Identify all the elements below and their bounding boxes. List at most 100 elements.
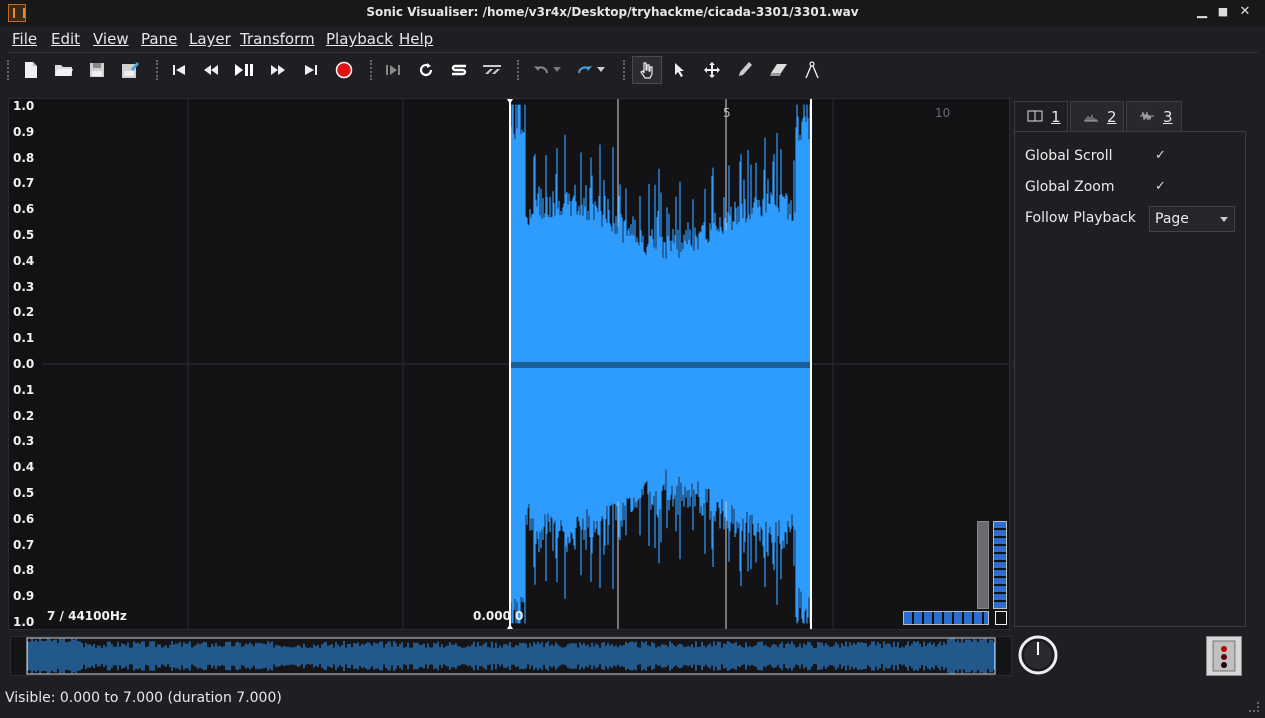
menu-playback[interactable]: Playback: [326, 30, 393, 48]
measure-icon[interactable]: [799, 56, 825, 84]
open-file-icon[interactable]: [51, 56, 77, 84]
menu-help[interactable]: Help: [399, 30, 433, 48]
save-session-icon[interactable]: [117, 56, 143, 84]
navigate-icon[interactable]: [632, 56, 662, 84]
waveform-icon: [1139, 108, 1155, 126]
menu-help-label: Help: [399, 30, 434, 48]
playback-speed-dial[interactable]: [1016, 634, 1060, 676]
global-scroll-checkbox[interactable]: ✓: [1155, 148, 1166, 163]
minimize-button[interactable]: ▁: [1194, 4, 1210, 20]
loop-icon[interactable]: [413, 56, 439, 84]
fast-forward-icon[interactable]: [265, 56, 291, 84]
spectrum-icon: [1083, 108, 1099, 126]
waveform-pane[interactable]: 1.0 0.9 0.8 0.7 0.6 0.5 0.4 0.3 0.2 0.1 0.0 0.1 0.2 0…: [8, 98, 1010, 630]
pane-properties: Global Scroll ✓ Global Zoom ✓ Follow Pla…: [1014, 131, 1246, 627]
menu-transform-label: Transform: [240, 30, 315, 48]
scale-label: 0.2: [13, 408, 35, 423]
toolbar-grip[interactable]: [156, 60, 160, 80]
amplitude-scale: 1.0 0.9 0.8 0.7 0.6 0.5 0.4 0.3 0.2 0.1 0.0 0.1 0.2 0…: [9, 99, 43, 629]
rewind-icon[interactable]: [198, 56, 224, 84]
scale-label: 0.9: [13, 589, 35, 604]
scale-label: 0.5: [13, 228, 35, 242]
toolbar-grip[interactable]: [623, 60, 627, 80]
chevron-down-icon: [1220, 217, 1228, 222]
follow-playback-value: Page: [1155, 211, 1189, 227]
menu-playback-label: Playback: [326, 30, 393, 48]
vertical-zoom-slider[interactable]: [977, 521, 989, 609]
solo-icon[interactable]: [446, 56, 472, 84]
scale-label: 0.8: [13, 563, 35, 578]
undo-dropdown-icon[interactable]: [550, 56, 564, 84]
scale-label: 0.0: [13, 357, 35, 371]
constrain-playback-icon[interactable]: [380, 56, 406, 84]
scale-label: 1.0: [13, 615, 35, 629]
waveform-canvas[interactable]: [43, 99, 1009, 629]
close-button[interactable]: ✕: [1237, 4, 1253, 20]
global-zoom-label: Global Zoom: [1025, 179, 1115, 195]
title-bar: Sonic Visualiser: /home/v3r4x/Desktop/tr…: [0, 0, 1265, 26]
save-icon[interactable]: [84, 56, 110, 84]
horizontal-zoom-thumbwheel[interactable]: [903, 611, 989, 625]
scale-label: 0.9: [13, 124, 35, 139]
maximize-button[interactable]: ■: [1215, 4, 1231, 20]
tab-pane-1[interactable]: 1: [1014, 101, 1068, 132]
global-scroll-label: Global Scroll: [1025, 148, 1113, 164]
record-icon[interactable]: [331, 56, 357, 84]
vertical-zoom-thumbwheel[interactable]: [993, 521, 1007, 609]
speed-icon[interactable]: [479, 56, 505, 84]
menu-edit-label: Edit: [51, 30, 81, 48]
scale-label: 0.6: [13, 202, 35, 217]
menu-bar: File Edit View Pane Layer Transform Play…: [0, 27, 1265, 51]
property-tabs: 1 2 3: [1014, 101, 1246, 132]
overview-pane[interactable]: [10, 636, 1012, 676]
tab-layer-3[interactable]: 3: [1126, 101, 1182, 131]
menu-layer-label: Layer: [189, 30, 231, 48]
waveform-plot[interactable]: 5 10: [43, 99, 1009, 629]
menu-separator: [8, 52, 1258, 53]
resize-grip-icon[interactable]: [1249, 702, 1259, 712]
redo-dropdown-icon[interactable]: [594, 56, 608, 84]
move-icon[interactable]: [699, 56, 725, 84]
scale-label: 0.7: [13, 537, 35, 552]
global-zoom-checkbox[interactable]: ✓: [1155, 179, 1166, 194]
erase-icon[interactable]: [766, 56, 792, 84]
toolbar-grip[interactable]: [370, 60, 374, 80]
menu-pane[interactable]: Pane: [141, 30, 177, 48]
menu-edit[interactable]: Edit: [51, 30, 80, 48]
overview-waveform[interactable]: [11, 637, 1011, 675]
toolbar-grip[interactable]: [7, 60, 11, 80]
selection-start-time: 0.000: [473, 609, 511, 623]
tab-layer-2[interactable]: 2: [1070, 101, 1124, 131]
scale-label: 0.4: [13, 253, 35, 268]
scale-label: 0.5: [13, 486, 35, 500]
menu-transform[interactable]: Transform: [240, 30, 315, 48]
zoom-reset-button[interactable]: [995, 611, 1007, 625]
scale-label: 0.8: [13, 150, 35, 165]
select-icon[interactable]: [666, 56, 692, 84]
play-pause-icon[interactable]: [231, 56, 257, 84]
follow-playback-select[interactable]: Page: [1149, 206, 1235, 232]
toolbar-grip[interactable]: [517, 60, 521, 80]
main-window: Sonic Visualiser: /home/v3r4x/Desktop/tr…: [0, 0, 1265, 718]
fast-forward-end-icon[interactable]: [298, 56, 324, 84]
waveform-center-band: [509, 362, 811, 368]
pane-icon: [1027, 108, 1043, 126]
scale-label: 0.2: [13, 305, 35, 320]
scale-label: 1.0: [13, 99, 35, 113]
draw-icon[interactable]: [732, 56, 758, 84]
sample-rate-info: 7 / 44100Hz: [47, 609, 127, 623]
layer-list-button[interactable]: [1206, 636, 1242, 676]
follow-playback-label: Follow Playback: [1025, 210, 1136, 226]
rewind-start-icon[interactable]: [166, 56, 192, 84]
menu-layer[interactable]: Layer: [189, 30, 231, 48]
menu-view[interactable]: View: [93, 30, 129, 48]
menu-file[interactable]: File: [12, 30, 37, 48]
new-file-icon[interactable]: [18, 56, 44, 84]
scale-label: 0.3: [13, 434, 35, 449]
tab-layer-2-label: 2: [1107, 107, 1117, 126]
tab-layer-3-label: 3: [1163, 107, 1173, 126]
scale-label: 0.1: [13, 331, 35, 346]
scale-label: 0.3: [13, 279, 35, 294]
scale-label: 0.4: [13, 460, 35, 475]
menu-file-label: File: [12, 30, 38, 48]
